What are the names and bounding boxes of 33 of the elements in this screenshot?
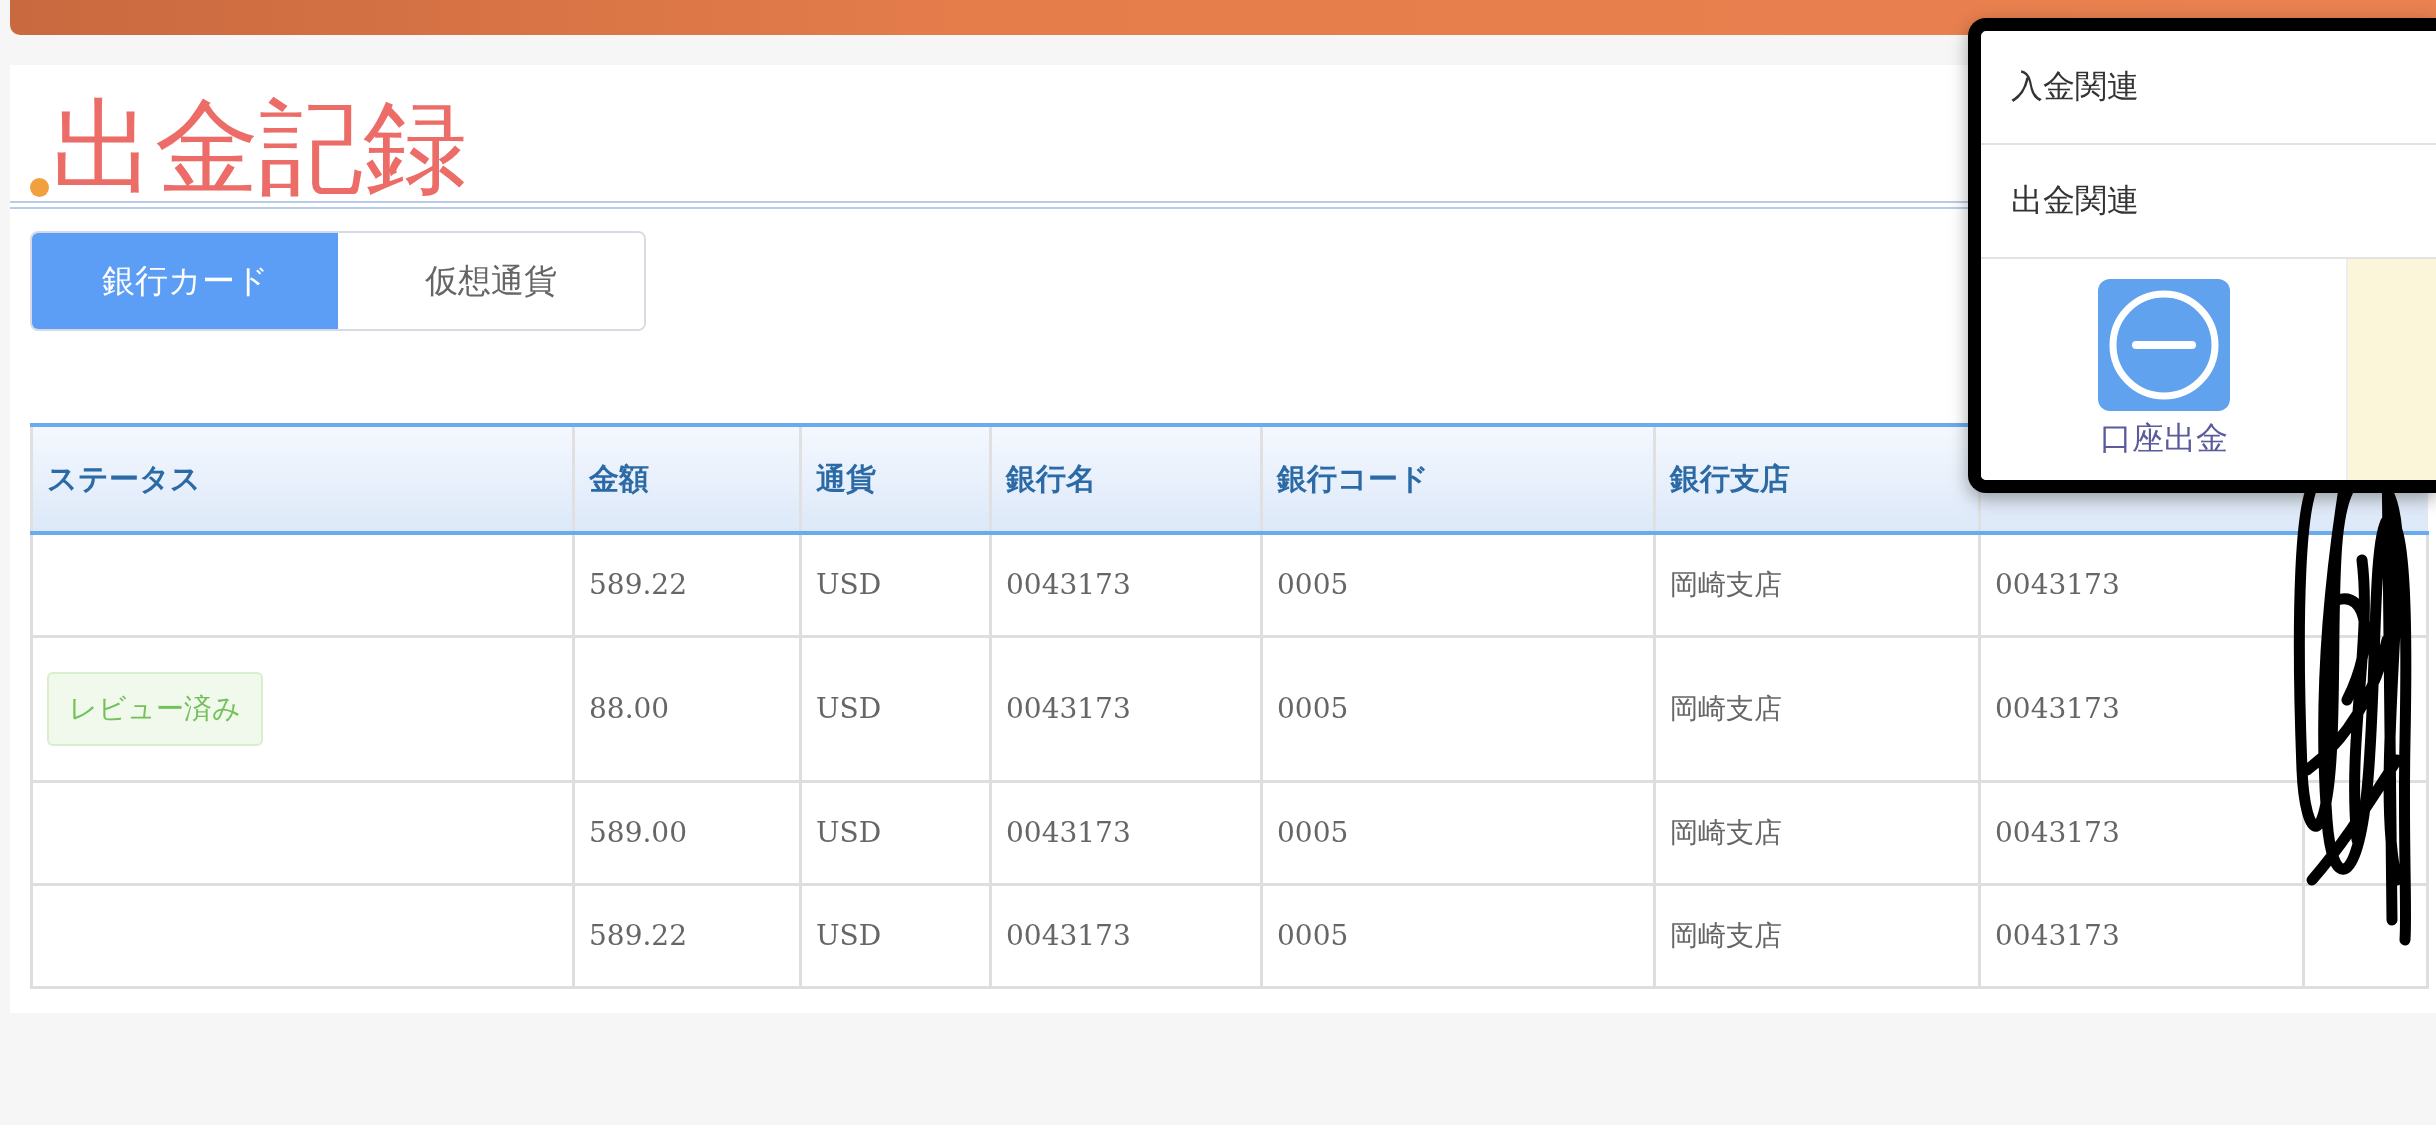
table-cell: 0043173 <box>990 533 1262 636</box>
menu-tile[interactable] <box>2346 259 2436 480</box>
table-cell: 0043173 <box>1979 884 2304 987</box>
column-header: 銀行名 <box>990 425 1262 533</box>
table-cell: 589.22 <box>573 533 801 636</box>
withdraw-button[interactable]: 口座出金 <box>1981 259 2346 480</box>
table-cell: 岡崎支店 <box>1654 884 1980 987</box>
table-cell: 589.00 <box>573 781 801 884</box>
table-cell: 88.00 <box>573 636 801 781</box>
status-badge: レビュー済み <box>47 671 263 746</box>
menu-item[interactable]: 入金関連 <box>1981 31 2436 145</box>
table-cell: 岡崎支店 <box>1654 533 1980 636</box>
table-cell: 0005 <box>1261 636 1655 781</box>
table-cell: USD <box>800 781 991 884</box>
table-cell: USD <box>800 533 991 636</box>
table-cell: 0005 <box>1261 884 1655 987</box>
table-cell: 0043173 <box>990 781 1262 884</box>
column-header: 銀行コード <box>1261 425 1655 533</box>
dot-icon <box>30 178 49 197</box>
page-title: 出金記録 <box>51 95 467 199</box>
table-cell: 岡崎支店 <box>1654 781 1980 884</box>
column-header: 通貨 <box>800 425 991 533</box>
table-cell: 0005 <box>1261 533 1655 636</box>
table-cell: USD <box>800 636 991 781</box>
table-cell: 589.22 <box>573 884 801 987</box>
column-header: 銀行支店 <box>1654 425 1980 533</box>
table-cell: 0043173 <box>990 884 1262 987</box>
column-header: 金額 <box>573 425 801 533</box>
table-cell: USD <box>800 884 991 987</box>
column-header: ステータス <box>31 425 574 533</box>
table-cell: 0043173 <box>990 636 1262 781</box>
table-cell: 岡崎支店 <box>1654 636 1980 781</box>
table-cell: 0005 <box>1261 781 1655 884</box>
